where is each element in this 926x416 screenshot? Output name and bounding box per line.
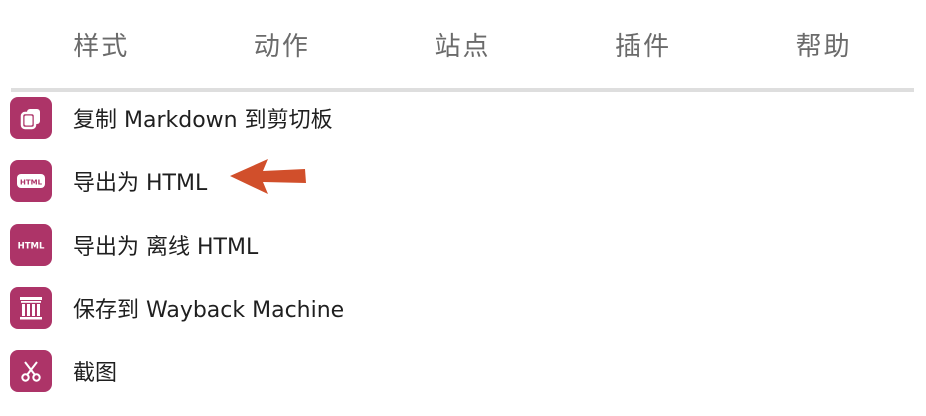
offline-html-icon: HTML bbox=[10, 224, 52, 266]
menu-item-label: 保存到 Wayback Machine bbox=[73, 298, 345, 323]
menu-item-label: 截图 bbox=[73, 361, 118, 386]
html-icon-text: HTML bbox=[20, 178, 43, 186]
offline-html-icon-text: HTML bbox=[18, 242, 45, 252]
tab-help[interactable]: 帮助 bbox=[733, 0, 914, 88]
menu-item-export-html[interactable]: HTML 导出为 HTML bbox=[10, 157, 207, 205]
menu-item-export-offline-html[interactable]: HTML 导出为 离线 HTML bbox=[10, 221, 258, 269]
menu-item-save-wayback[interactable]: 保存到 Wayback Machine bbox=[10, 284, 344, 332]
tab-bar: 样式 动作 站点 插件 帮助 bbox=[11, 0, 914, 92]
menu-item-label: 导出为 HTML bbox=[73, 171, 208, 196]
tab-plugins[interactable]: 插件 bbox=[553, 0, 734, 88]
html-icon: HTML bbox=[10, 160, 52, 202]
copy-icon bbox=[10, 97, 52, 139]
tab-sites[interactable]: 站点 bbox=[372, 0, 553, 88]
menu-item-label: 复制 Markdown 到剪切板 bbox=[73, 108, 333, 133]
tab-actions[interactable]: 动作 bbox=[191, 0, 373, 92]
tab-divider bbox=[11, 88, 914, 92]
archive-icon bbox=[10, 287, 52, 329]
scissors-icon bbox=[10, 350, 52, 392]
menu-item-screenshot[interactable]: 截图 bbox=[10, 347, 117, 395]
menu-item-copy-markdown[interactable]: 复制 Markdown 到剪切板 bbox=[10, 94, 333, 142]
annotation-arrow-icon bbox=[230, 159, 306, 194]
tab-style[interactable]: 样式 bbox=[11, 0, 192, 88]
menu-item-label: 导出为 离线 HTML bbox=[73, 235, 259, 260]
